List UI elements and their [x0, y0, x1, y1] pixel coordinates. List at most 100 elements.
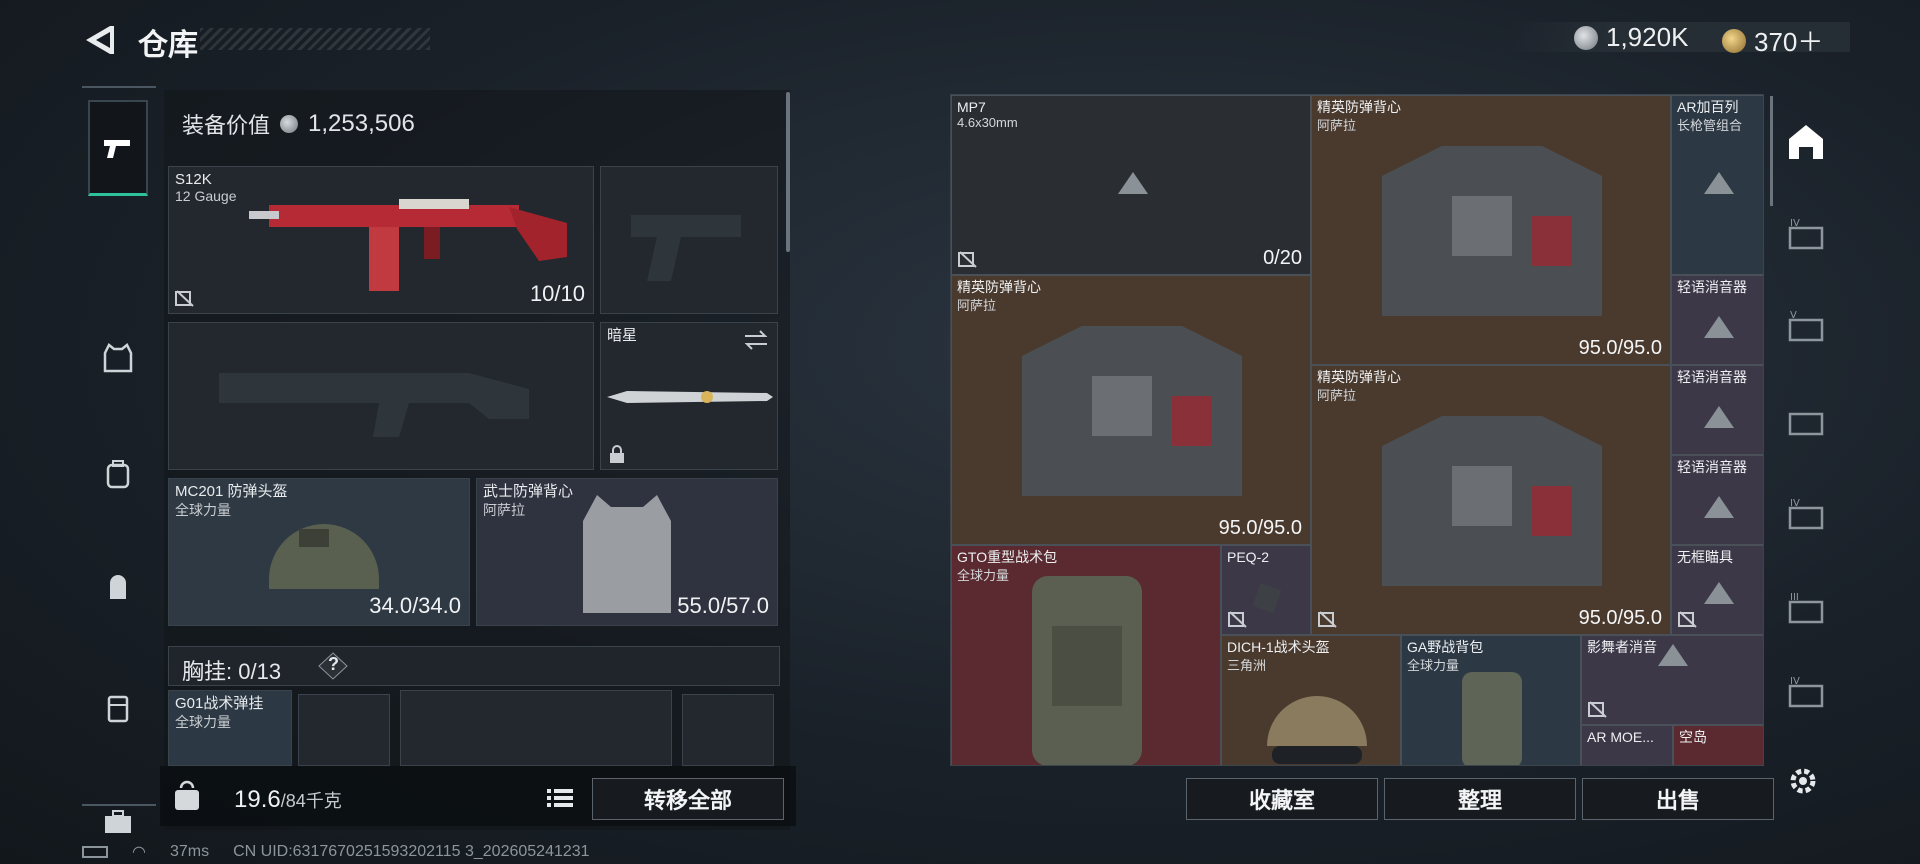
insured-icon [1318, 611, 1337, 628]
svg-text:IV: IV [1790, 676, 1800, 687]
weight-icon [175, 780, 199, 810]
list-view-icon[interactable] [544, 784, 576, 812]
pistol-slot[interactable] [600, 166, 778, 314]
help-mark: ? [328, 654, 339, 674]
helmet-image [1267, 696, 1367, 764]
unknown-item-icon [1704, 406, 1734, 428]
item-name: 轻语消音器 [1677, 369, 1747, 385]
transfer-all-button[interactable]: 转移全部 [592, 778, 784, 820]
equipment-value-label: 装备价值 [182, 113, 271, 138]
primary-weapon-ammo: 10/10 [529, 281, 585, 306]
stash-item[interactable]: AR加百列 长枪管组合 [1671, 95, 1763, 275]
item-name: 精英防弹背心 [1317, 99, 1401, 115]
vest-image [1382, 146, 1602, 316]
primary-weapon-name: S12K [175, 171, 212, 188]
swap-icon[interactable] [743, 329, 769, 351]
nav-bag[interactable] [88, 558, 148, 618]
pistol-icon [104, 139, 130, 158]
gold-currency[interactable]: 370＋ [1722, 22, 1823, 59]
item-name: GA野战背包 [1407, 639, 1484, 655]
rig-pocket-2[interactable] [400, 690, 672, 766]
item-name: DICH-1战术头盔 [1227, 639, 1330, 655]
page-title: 仓库 [138, 29, 198, 62]
chest-rig-count: 0/13 [238, 659, 282, 684]
ping: 37ms [169, 843, 210, 860]
stash-page-3-tab[interactable]: III [1780, 584, 1832, 636]
item-name: 空岛 [1679, 729, 1707, 745]
armor-brand: 阿萨拉 [483, 502, 525, 518]
pistol-silhouette-icon [631, 215, 741, 281]
stash-item[interactable]: 精英防弹背心 阿萨拉 95.0/95.0 [951, 275, 1311, 545]
collection-room-button[interactable]: 收藏室 [1186, 778, 1378, 820]
stash-item[interactable]: PEQ-2 [1221, 545, 1311, 635]
svg-text:III: III [1790, 592, 1799, 603]
stash-page-gti-tab[interactable] [1780, 396, 1832, 448]
stash-item[interactable]: AR MOE... [1581, 725, 1673, 765]
stash-page-icon: IV [1788, 498, 1824, 530]
status-line: ◠ 37ms CN UID:6317670251593202115 3_2026… [82, 842, 590, 862]
nav-case[interactable] [88, 678, 148, 738]
carry-weight-value: 19.6 [234, 786, 281, 813]
secondary-weapon-slot[interactable] [168, 322, 594, 470]
stash-item[interactable]: 轻语消音器 [1671, 455, 1763, 545]
helmet-slot[interactable]: MC201 防弹头盔 全球力量 34.0/34.0 [168, 478, 470, 626]
rifle-image [249, 199, 567, 291]
gold-currency-value: 370＋ [1754, 27, 1824, 57]
item-durability: 95.0/95.0 [1578, 607, 1662, 629]
nav-armor[interactable] [88, 328, 148, 388]
backpack-image [1462, 672, 1522, 765]
stash-item[interactable]: MP7 4.6x30mm 0/20 [951, 95, 1311, 275]
sell-button[interactable]: 出售 [1582, 778, 1774, 820]
nav-weapons[interactable] [88, 100, 148, 196]
stash-page-5-tab[interactable]: V [1780, 302, 1832, 354]
stash-item[interactable]: 影舞者消音 [1581, 635, 1763, 725]
item-brand: 阿萨拉 [1317, 118, 1357, 133]
rig-slot[interactable]: G01战术弹挂 全球力量 [168, 690, 292, 766]
stash-page-4b-tab[interactable]: IV [1780, 490, 1832, 542]
melee-slot[interactable]: 暗星 [600, 322, 778, 470]
item-durability: 95.0/95.0 [1218, 517, 1302, 539]
stash-item[interactable]: DICH-1战术头盔 三角洲 [1221, 635, 1401, 765]
stash-page-icon: IV [1788, 218, 1824, 250]
item-brand: 全球力量 [957, 568, 1010, 583]
rig-pocket-3[interactable] [682, 694, 774, 766]
nav-backpack[interactable] [88, 444, 148, 504]
stash-page-icon [1788, 412, 1824, 436]
rig-pocket-1[interactable] [298, 694, 390, 766]
stash-item[interactable]: 轻语消音器 [1671, 365, 1763, 455]
item-name: 无框瞄具 [1677, 549, 1733, 565]
stash-scrollbar[interactable] [1770, 96, 1773, 206]
stash-item[interactable]: 精英防弹背心 阿萨拉 95.0/95.0 [1311, 365, 1671, 635]
knife-image [607, 391, 773, 403]
stash-item[interactable]: 无框瞄具 [1671, 545, 1763, 635]
bag-icon [110, 575, 126, 599]
armor-slot[interactable]: 武士防弹背心 阿萨拉 55.0/57.0 [476, 478, 778, 626]
item-name: AR加百列 [1677, 99, 1739, 115]
help-button[interactable]: ? [318, 652, 348, 680]
svg-text:V: V [1790, 310, 1797, 321]
stash-page-4-tab[interactable]: IV [1780, 210, 1832, 262]
stash-item[interactable]: 轻语消音器 [1671, 275, 1763, 365]
helmet-brand: 全球力量 [175, 502, 231, 518]
stash-item[interactable]: GTO重型战术包 全球力量 [951, 545, 1221, 765]
stash-page-4c-tab[interactable]: IV [1780, 668, 1832, 720]
item-durability: 95.0/95.0 [1578, 337, 1662, 359]
item-name: GTO重型战术包 [957, 549, 1058, 565]
gold-coin-icon [1722, 28, 1746, 53]
settings-gear-icon[interactable] [1786, 764, 1820, 798]
back-arrow-icon[interactable] [80, 22, 116, 58]
item-name: AR MOE... [1587, 729, 1654, 745]
item-name: 影舞者消音 [1587, 639, 1657, 655]
stash-item[interactable]: 精英防弹背心 阿萨拉 95.0/95.0 [1311, 95, 1671, 365]
backpack-icon [106, 460, 130, 489]
insured-icon [958, 251, 977, 268]
equipment-scrollbar[interactable] [786, 92, 790, 252]
stash-home-tab[interactable] [1780, 116, 1832, 168]
user-uid: CN UID:6317670251593202115 3_20260524123… [233, 843, 590, 860]
item-name: PEQ-2 [1227, 549, 1270, 565]
wifi-icon: ◠ [132, 844, 146, 861]
stash-item[interactable]: 空岛 [1673, 725, 1763, 765]
stash-item[interactable]: GA野战背包 全球力量 [1401, 635, 1581, 765]
organize-button[interactable]: 整理 [1384, 778, 1576, 820]
primary-weapon-slot[interactable]: S12K 12 Gauge 10/10 [168, 166, 594, 314]
